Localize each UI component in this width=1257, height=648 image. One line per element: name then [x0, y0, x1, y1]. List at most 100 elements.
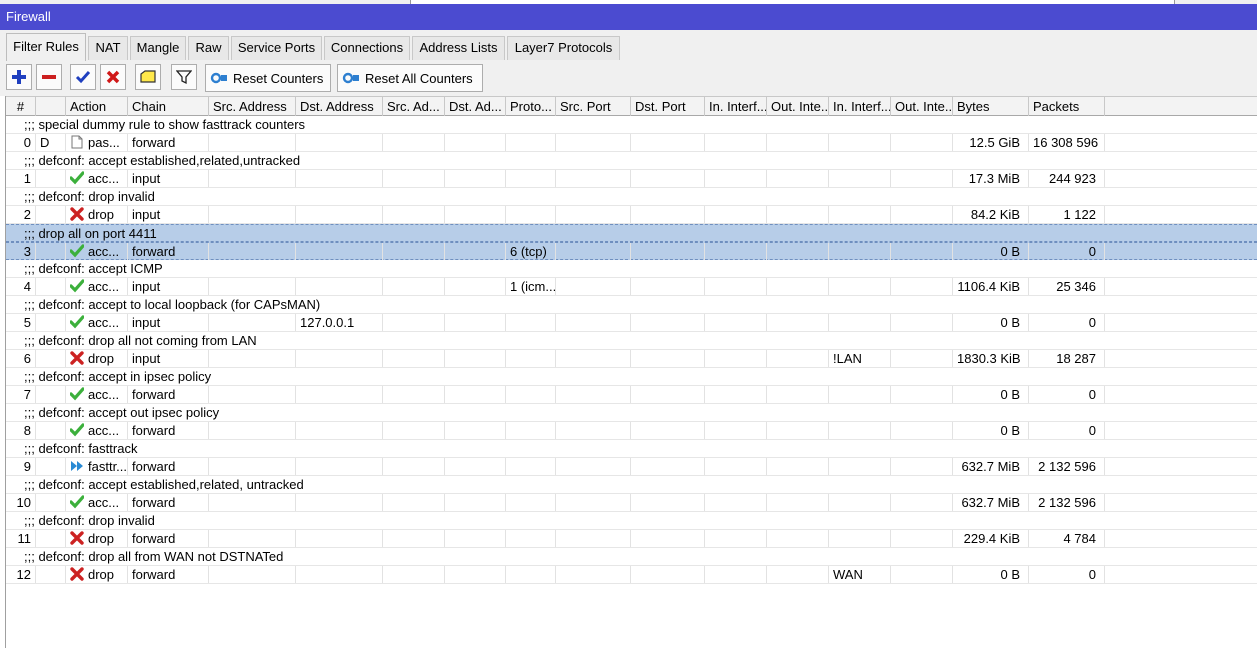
table-row[interactable]: 4 acc... input 1 (icm... 1106.4 KiB 25 346: [6, 278, 1257, 296]
rule-comment-row[interactable]: ;;; special dummy rule to show fasttrack…: [6, 116, 1257, 134]
header-col-dst-port[interactable]: Dst. Port: [631, 97, 705, 116]
cell-flags: [36, 243, 66, 260]
minus-icon: [42, 75, 56, 79]
header-col-dst-address[interactable]: Dst. Address: [296, 97, 383, 116]
header-col-num[interactable]: #: [6, 97, 36, 116]
cell-chain: input: [128, 350, 209, 367]
cell-dst-address-list: [445, 314, 506, 331]
header-col-bytes[interactable]: Bytes: [953, 97, 1029, 116]
table-row[interactable]: 1 acc... input 17.3 MiB 244 923: [6, 170, 1257, 188]
action-label: drop: [88, 567, 115, 582]
tab-service-ports[interactable]: Service Ports: [231, 36, 322, 60]
cell-num: 6: [6, 350, 36, 367]
table-row[interactable]: 6 drop input !LAN 1830.3 KiB 18 287: [6, 350, 1257, 368]
cell-src-address-list: [383, 458, 445, 475]
table-row[interactable]: 9 fasttr... forward 632.7 MiB 2 132 596: [6, 458, 1257, 476]
rule-comment-row[interactable]: ;;; drop all on port 4411: [6, 224, 1257, 242]
cell-src-port: [556, 206, 631, 223]
rule-comment: ;;; defconf: accept established,related,…: [24, 477, 304, 492]
rule-comment-row[interactable]: ;;; defconf: drop invalid: [6, 188, 1257, 206]
accept-icon: [69, 423, 85, 437]
header-col-dst-address-list[interactable]: Dst. Ad...: [445, 97, 506, 116]
window-title-bar[interactable]: Firewall: [0, 4, 1257, 30]
table-row[interactable]: 8 acc... forward 0 B0: [6, 422, 1257, 440]
rule-comment-row[interactable]: ;;; defconf: accept to local loopback (f…: [6, 296, 1257, 314]
cell-in-interface: [705, 206, 767, 223]
header-col-chain[interactable]: Chain: [128, 97, 209, 116]
tab-nat[interactable]: NAT: [88, 36, 128, 60]
cell-dst-port: [631, 350, 705, 367]
tab-connections[interactable]: Connections: [324, 36, 410, 60]
cell-dst-address-list: [445, 458, 506, 475]
cell-src-address: [209, 206, 296, 223]
rule-comment-row[interactable]: ;;; defconf: accept in ipsec policy: [6, 368, 1257, 386]
header-col-flags[interactable]: [36, 97, 66, 116]
table-row[interactable]: 7 acc... forward 0 B0: [6, 386, 1257, 404]
cell-dst-address: 127.0.0.1: [296, 314, 383, 331]
table-row[interactable]: 3 acc... forward 6 (tcp) 0 B0: [6, 242, 1257, 260]
cell-out-interface-list: [891, 494, 953, 511]
rule-comment-row[interactable]: ;;; defconf: accept out ipsec policy: [6, 404, 1257, 422]
tab-address-lists[interactable]: Address Lists: [412, 36, 505, 60]
cell-src-address: [209, 422, 296, 439]
header-col-action[interactable]: Action: [66, 97, 128, 116]
header-col-in-interface[interactable]: In. Interf...: [705, 97, 767, 116]
cell-protocol: [506, 314, 556, 331]
remove-button[interactable]: [36, 64, 62, 90]
rule-comment: ;;; defconf: accept to local loopback (f…: [24, 297, 321, 312]
table-row[interactable]: 12 drop forward WAN 0 B0: [6, 566, 1257, 584]
tab-layer7-protocols[interactable]: Layer7 Protocols: [507, 36, 620, 60]
table-row[interactable]: 0 Dpas... forward 12.5 GiB 16 308 596: [6, 134, 1257, 152]
tab-filter-rules[interactable]: Filter Rules: [6, 33, 86, 61]
add-button[interactable]: [6, 64, 32, 90]
rule-comment-row[interactable]: ;;; defconf: fasttrack: [6, 440, 1257, 458]
header-col-src-address[interactable]: Src. Address: [209, 97, 296, 116]
header-col-src-address-list[interactable]: Src. Ad...: [383, 97, 445, 116]
rule-comment-row[interactable]: ;;; defconf: accept ICMP: [6, 260, 1257, 278]
comment-button[interactable]: [135, 64, 161, 90]
table-row[interactable]: 10 acc... forward 632.7 MiB 2 132 596: [6, 494, 1257, 512]
cell-num: 7: [6, 386, 36, 403]
reset-all-counters-label: Reset All Counters: [365, 70, 473, 86]
rule-comment-row[interactable]: ;;; defconf: accept established,related,…: [6, 476, 1257, 494]
cell-src-port: [556, 494, 631, 511]
check-icon: [75, 71, 91, 84]
cell-src-port: [556, 530, 631, 547]
cell-dst-address-list: [445, 566, 506, 583]
header-col-in-interface-list[interactable]: In. Interf...: [829, 97, 891, 116]
cell-out-interface: [767, 206, 829, 223]
cell-flags: [36, 170, 66, 187]
header-col-out-interface[interactable]: Out. Inte...: [767, 97, 829, 116]
table-row[interactable]: 5 acc... input 127.0.0.1 0 B0: [6, 314, 1257, 332]
cell-out-interface-list: [891, 386, 953, 403]
enable-button[interactable]: [70, 64, 96, 90]
reset-counters-button[interactable]: Reset Counters: [205, 64, 331, 92]
disable-button[interactable]: [100, 64, 126, 90]
rule-comment-row[interactable]: ;;; defconf: drop all not coming from LA…: [6, 332, 1257, 350]
cell-out-interface-list: [891, 243, 953, 260]
header-col-src-port[interactable]: Src. Port: [556, 97, 631, 116]
cell-dst-address: [296, 350, 383, 367]
rule-comment-row[interactable]: ;;; defconf: drop invalid: [6, 512, 1257, 530]
header-col-protocol[interactable]: Proto...: [506, 97, 556, 116]
cell-chain: forward: [128, 458, 209, 475]
cell-action: drop: [66, 350, 128, 367]
table-row[interactable]: 11 drop forward 229.4 KiB 4 784: [6, 530, 1257, 548]
cell-action: acc...: [66, 422, 128, 439]
rule-comment-row[interactable]: ;;; defconf: accept established,related,…: [6, 152, 1257, 170]
cell-out-interface-list: [891, 566, 953, 583]
tab-raw[interactable]: Raw: [188, 36, 229, 60]
cell-packets: 16 308 596: [1029, 134, 1105, 151]
header-col-out-interface-list[interactable]: Out. Inte...: [891, 97, 953, 116]
cell-src-address: [209, 170, 296, 187]
table-row[interactable]: 2 drop input 84.2 KiB 1 122: [6, 206, 1257, 224]
cell-src-address-list: [383, 494, 445, 511]
filter-button[interactable]: [171, 64, 197, 90]
cell-src-address-list: [383, 386, 445, 403]
tab-mangle[interactable]: Mangle: [130, 36, 186, 60]
rule-comment-row[interactable]: ;;; defconf: drop all from WAN not DSTNA…: [6, 548, 1257, 566]
reset-all-counters-button[interactable]: Reset All Counters: [337, 64, 483, 92]
cell-flags: [36, 566, 66, 583]
cell-dst-address-list: [445, 422, 506, 439]
header-col-packets[interactable]: Packets: [1029, 97, 1105, 116]
